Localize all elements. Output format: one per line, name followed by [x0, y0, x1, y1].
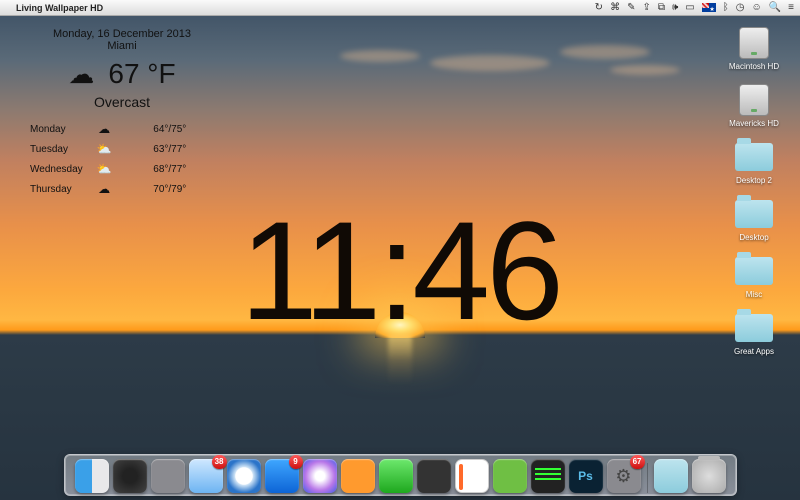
cloud-decor [560, 45, 650, 59]
dock: 38 9 67 [0, 454, 800, 496]
badge: 67 [630, 455, 645, 469]
wallpaper-clock: 11:46 [0, 190, 800, 352]
folder-icon [735, 314, 773, 342]
dock-dashboard[interactable] [113, 459, 147, 493]
dock-separator [647, 463, 648, 493]
notification-icon[interactable]: ≡ [788, 2, 794, 13]
wifi-icon[interactable]: ⧉ [658, 2, 665, 13]
user-icon[interactable]: ☺ [751, 2, 761, 13]
weather-now-icon: ☁ [68, 59, 94, 90]
forecast-row: Monday☁64°/75° [24, 120, 220, 138]
folder-icon [735, 200, 773, 228]
menubar-status-area: ↻ ⌘ ✎ ⇪ ⧉ 🕪 ▭ ᛒ ◷ ☺ 🔍 ≡ [595, 2, 794, 13]
refresh-icon[interactable]: ↻ [595, 2, 603, 13]
dock-syspref[interactable]: 67 [607, 459, 641, 493]
forecast-icon: ⛅ [91, 160, 118, 178]
battery-icon[interactable]: ▭ [685, 2, 694, 13]
weather-date: Monday, 16 December 2013 [22, 28, 222, 40]
dock-launchpad[interactable] [151, 459, 185, 493]
camera-icon[interactable]: ⌘ [610, 2, 620, 13]
badge: 38 [212, 455, 227, 469]
flag-icon[interactable] [702, 3, 716, 12]
desktop-icon-desktop2[interactable]: Desktop 2 [734, 140, 774, 185]
dock-mail[interactable]: 38 [189, 459, 223, 493]
desktop-icon-macintosh-hd[interactable]: Macintosh HD [729, 26, 779, 71]
desktop-icon-mavericks-hd[interactable]: Mavericks HD [729, 83, 779, 128]
weather-condition: Overcast [22, 94, 222, 110]
desktop-icon-misc[interactable]: Misc [734, 254, 774, 299]
forecast-row: Tuesday⛅63°/77° [24, 140, 220, 158]
cloud-decor [610, 65, 680, 75]
bluetooth-icon[interactable]: ᛒ [723, 2, 729, 13]
dock-reminders[interactable] [455, 459, 489, 493]
dock-photoshop[interactable] [569, 459, 603, 493]
cloud-decor [340, 50, 420, 62]
evernote-icon[interactable]: ✎ [627, 2, 635, 13]
desktop-icon-desktop[interactable]: Desktop [734, 197, 774, 242]
dock-finder[interactable] [75, 459, 109, 493]
cloud-decor [430, 55, 550, 71]
folder-icon [735, 143, 773, 171]
dock-activity[interactable] [531, 459, 565, 493]
dock-facetime[interactable] [379, 459, 413, 493]
dock-evernote[interactable] [493, 459, 527, 493]
weather-widget: Monday, 16 December 2013 Miami ☁ 67 °F O… [22, 28, 222, 200]
dock-ibooks[interactable] [341, 459, 375, 493]
dock-downloads[interactable] [654, 459, 688, 493]
clock-icon[interactable]: ◷ [736, 2, 745, 13]
badge: 9 [289, 455, 303, 469]
forecast-row: Wednesday⛅68°/77° [24, 160, 220, 178]
hdd-icon [739, 27, 769, 59]
dock-trash[interactable] [692, 459, 726, 493]
app-title[interactable]: Living Wallpaper HD [16, 3, 103, 13]
forecast-icon: ☁ [91, 120, 118, 138]
dock-shelf: 38 9 67 [64, 454, 737, 496]
folder-icon [735, 257, 773, 285]
hdd-icon [739, 84, 769, 116]
dock-itunes[interactable] [303, 459, 337, 493]
volume-icon[interactable]: 🕪 [672, 2, 678, 13]
weather-forecast: Monday☁64°/75° Tuesday⛅63°/77° Wednesday… [22, 118, 222, 200]
desktop-icon-great-apps[interactable]: Great Apps [734, 311, 774, 356]
spotlight-icon[interactable]: 🔍 [769, 2, 781, 13]
weather-now-temp: 67 °F [108, 58, 175, 90]
dock-appstore[interactable]: 9 [265, 459, 299, 493]
menubar[interactable]: Living Wallpaper HD ↻ ⌘ ✎ ⇪ ⧉ 🕪 ▭ ᛒ ◷ ☺ … [0, 0, 800, 16]
dock-safari[interactable] [227, 459, 261, 493]
forecast-icon: ⛅ [91, 140, 118, 158]
dock-photobooth[interactable] [417, 459, 451, 493]
desktop-icons: Macintosh HD Mavericks HD Desktop 2 Desk… [718, 26, 790, 356]
share-icon[interactable]: ⇪ [642, 2, 650, 13]
weather-city: Miami [22, 40, 222, 52]
